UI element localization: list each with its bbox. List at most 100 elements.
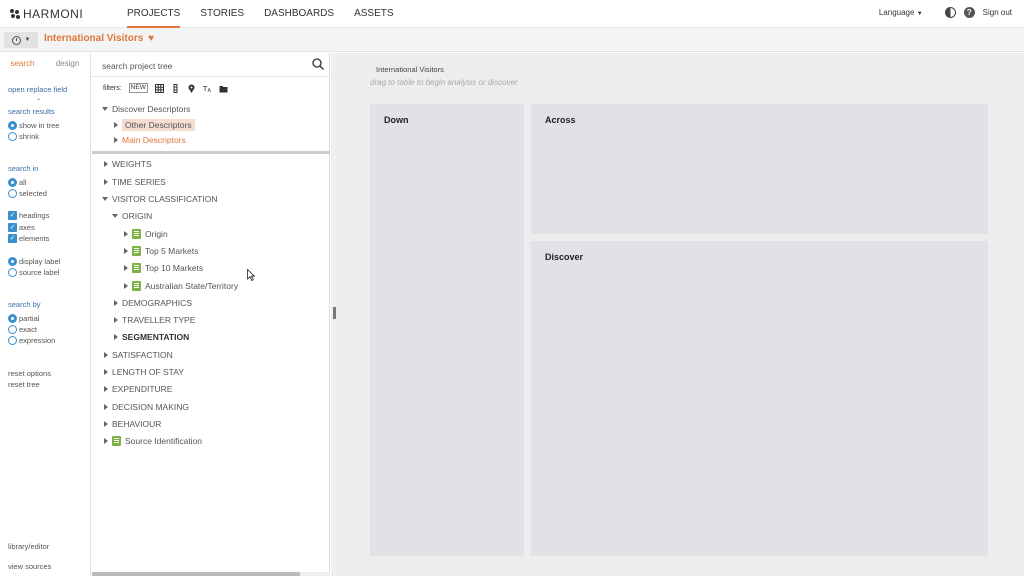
- caret-right-icon[interactable]: [104, 404, 108, 410]
- harmoni-logo[interactable]: HARMONI: [10, 7, 83, 21]
- reset-tree-link[interactable]: reset tree: [8, 380, 40, 389]
- tree-node-demographics[interactable]: DEMOGRAPHICS: [114, 298, 192, 308]
- filter-new[interactable]: NEW: [128, 83, 148, 93]
- tree-node-main-descriptors[interactable]: Main Descriptors: [114, 135, 186, 145]
- radio-unselected[interactable]: [8, 325, 17, 334]
- view-sources-link[interactable]: view sources: [8, 562, 51, 571]
- tree-node-top5[interactable]: Top 5 Markets: [124, 246, 198, 256]
- radio-unselected[interactable]: [8, 132, 17, 141]
- tree-node-visitor-classification[interactable]: VISITOR CLASSIFICATION: [102, 194, 217, 204]
- search-in-selected-option[interactable]: selected: [8, 189, 47, 198]
- tree-node-origin[interactable]: Origin: [124, 229, 168, 239]
- caret-right-icon[interactable]: [104, 386, 108, 392]
- tree-node-segmentation[interactable]: SEGMENTATION: [114, 332, 189, 342]
- down-drop-zone[interactable]: Down: [370, 104, 524, 556]
- tree-node-time-series[interactable]: TIME SERIES: [104, 177, 166, 187]
- help-icon[interactable]: ?: [963, 7, 975, 18]
- radio-unselected[interactable]: [8, 336, 17, 345]
- caret-right-icon[interactable]: [114, 317, 118, 323]
- elements-checkbox[interactable]: ✓ elements: [8, 234, 49, 243]
- nav-dashboards[interactable]: DASHBOARDS: [264, 0, 334, 28]
- search-icon[interactable]: [312, 58, 324, 70]
- tree-node-traveller-type[interactable]: TRAVELLER TYPE: [114, 315, 195, 325]
- checkbox-checked-icon[interactable]: ✓: [8, 211, 17, 220]
- tree-node-label: LENGTH OF STAY: [112, 367, 184, 377]
- tree-node-source-identification[interactable]: Source Identification: [104, 436, 202, 446]
- tree-search-input[interactable]: [102, 58, 302, 73]
- text-size-filter-icon[interactable]: TA: [203, 84, 212, 93]
- tree-node-aus-state[interactable]: Australian State/Territory: [124, 281, 238, 291]
- nav-projects[interactable]: PROJECTS: [127, 0, 181, 28]
- axes-checkbox[interactable]: ✓ axes: [8, 223, 35, 232]
- caret-right-icon[interactable]: [114, 334, 118, 340]
- across-drop-zone[interactable]: Across: [531, 104, 988, 234]
- tree-node-length-of-stay[interactable]: LENGTH OF STAY: [104, 367, 184, 377]
- column-filter-icon[interactable]: [171, 83, 180, 93]
- tree-node-weights[interactable]: WEIGHTS: [104, 159, 152, 169]
- exact-option[interactable]: exact: [8, 325, 37, 334]
- display-label-option[interactable]: display label: [8, 257, 60, 266]
- favorite-heart-icon[interactable]: ♥: [148, 33, 154, 44]
- tree-node-other-descriptors[interactable]: Other Descriptors: [114, 119, 195, 131]
- caret-right-icon[interactable]: [104, 421, 108, 427]
- radio-unselected[interactable]: [8, 268, 17, 277]
- caret-right-icon[interactable]: [124, 248, 128, 254]
- checkbox-checked-icon[interactable]: ✓: [8, 234, 17, 243]
- radio-selected[interactable]: [8, 314, 17, 323]
- nav-stories[interactable]: STORIES: [200, 0, 244, 28]
- contrast-toggle-icon[interactable]: [944, 7, 956, 18]
- tree-node-origin-folder[interactable]: ORIGIN: [112, 211, 152, 221]
- grid-filter-icon[interactable]: [154, 83, 164, 93]
- nav-assets[interactable]: ASSETS: [354, 0, 393, 28]
- history-button[interactable]: ▼: [4, 32, 38, 48]
- caret-right-icon[interactable]: [124, 231, 128, 237]
- tree-node-decision-making[interactable]: DECISION MAKING: [104, 402, 189, 412]
- caret-down-icon: ▼: [916, 11, 923, 17]
- tab-design[interactable]: design: [45, 59, 90, 68]
- folder-filter-icon[interactable]: [219, 84, 228, 93]
- headings-checkbox[interactable]: ✓ headings: [8, 211, 49, 220]
- source-label-option[interactable]: source label: [8, 268, 59, 277]
- tree-node-top10[interactable]: Top 10 Markets: [124, 263, 203, 273]
- open-replace-field-link[interactable]: open replace field: [8, 85, 67, 94]
- tree-node-expenditure[interactable]: EXPENDITURE: [104, 384, 172, 394]
- report-name[interactable]: International Visitors: [376, 65, 444, 74]
- tab-search[interactable]: search: [0, 59, 45, 68]
- language-dropdown[interactable]: Language ▼: [879, 8, 923, 17]
- caret-down-icon[interactable]: [102, 107, 108, 111]
- expression-option[interactable]: expression: [8, 336, 55, 345]
- caret-right-icon[interactable]: [104, 438, 108, 444]
- caret-right-icon[interactable]: [124, 283, 128, 289]
- option-label: exact: [19, 325, 37, 334]
- caret-right-icon[interactable]: [104, 352, 108, 358]
- radio-selected[interactable]: [8, 178, 17, 187]
- show-in-tree-option[interactable]: show in tree: [8, 121, 59, 130]
- caret-down-icon[interactable]: [112, 214, 118, 218]
- tree-node-satisfaction[interactable]: SATISFACTION: [104, 350, 173, 360]
- partial-option[interactable]: partial: [8, 314, 39, 323]
- radio-selected[interactable]: [8, 257, 17, 266]
- reset-options-link[interactable]: reset options: [8, 369, 51, 378]
- caret-right-icon[interactable]: [114, 122, 118, 128]
- caret-down-icon[interactable]: [102, 197, 108, 201]
- discover-drop-zone[interactable]: Discover: [531, 241, 988, 556]
- checkbox-checked-icon[interactable]: ✓: [8, 223, 17, 232]
- scrollbar-thumb[interactable]: [92, 572, 300, 576]
- shrink-option[interactable]: shrink: [8, 132, 39, 141]
- sign-out-link[interactable]: Sign out: [983, 8, 1012, 17]
- splitter-handle[interactable]: [333, 307, 336, 319]
- search-in-all-option[interactable]: all: [8, 178, 27, 187]
- radio-selected[interactable]: [8, 121, 17, 130]
- caret-right-icon[interactable]: [104, 161, 108, 167]
- caret-right-icon[interactable]: [124, 265, 128, 271]
- radio-unselected[interactable]: [8, 189, 17, 198]
- tree-node-behaviour[interactable]: BEHAVIOUR: [104, 419, 161, 429]
- pin-filter-icon[interactable]: [187, 84, 196, 93]
- library-editor-link[interactable]: library/editor: [8, 542, 49, 551]
- caret-right-icon[interactable]: [104, 179, 108, 185]
- caret-right-icon[interactable]: [114, 137, 118, 143]
- tree-node-discover-descriptors[interactable]: Discover Descriptors: [102, 104, 190, 114]
- caret-right-icon[interactable]: [104, 369, 108, 375]
- tree-horizontal-scrollbar[interactable]: [92, 572, 330, 576]
- caret-right-icon[interactable]: [114, 300, 118, 306]
